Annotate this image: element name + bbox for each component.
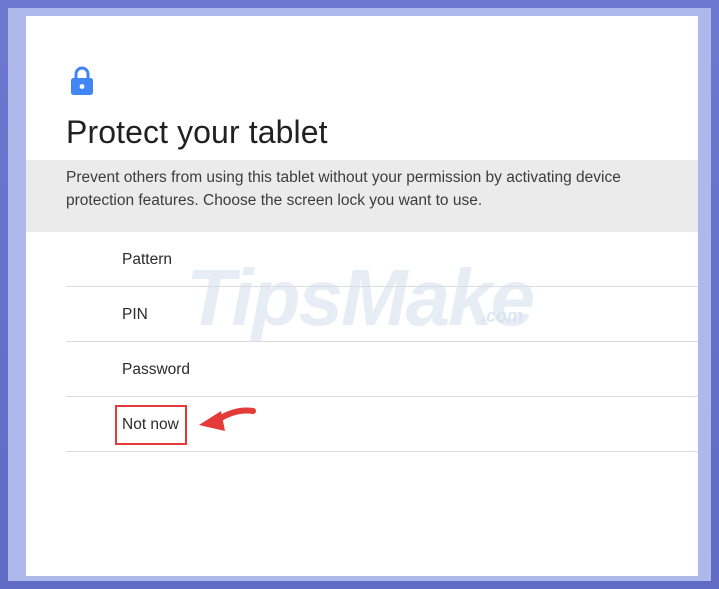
option-pattern[interactable]: Pattern xyxy=(66,232,698,287)
option-label: Password xyxy=(122,361,191,378)
option-password[interactable]: Password xyxy=(66,342,698,397)
screen-lock-options: Pattern PIN Password Not now xyxy=(66,232,698,452)
setup-screen: Protect your tablet Prevent others from … xyxy=(26,16,698,576)
page-title: Protect your tablet xyxy=(66,114,328,150)
highlight-box xyxy=(115,405,187,445)
option-label: PIN xyxy=(122,306,148,323)
description-band: Prevent others from using this tablet wi… xyxy=(26,160,698,232)
option-pin[interactable]: PIN xyxy=(66,287,698,342)
page-description: Prevent others from using this tablet wi… xyxy=(66,169,621,209)
lock-icon xyxy=(71,66,93,95)
option-label: Pattern xyxy=(122,251,172,268)
arrow-annotation-icon xyxy=(199,407,256,431)
